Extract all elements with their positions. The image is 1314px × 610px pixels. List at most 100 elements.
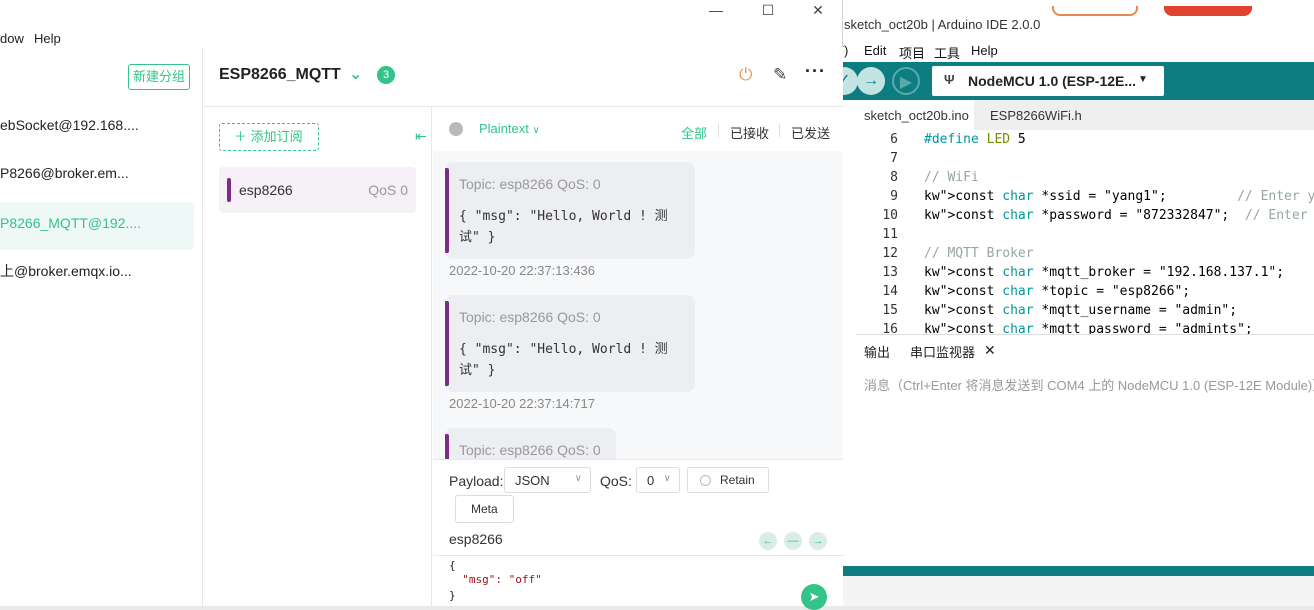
editor-line: {	[449, 559, 456, 572]
message-bubble[interactable]: Topic: esp8266 QoS: 0 { "msg": "Hello, W…	[445, 162, 695, 259]
code-line: 12 // MQTT Broker	[856, 244, 1033, 263]
message-filter-bar: Plaintext ∨ 全部 已接收 已发送	[433, 107, 843, 151]
serial-message-input[interactable]: 消息（Ctrl+Enter 将消息发送到 COM4 上的 NodeMCU 1.0…	[856, 362, 1314, 402]
maximize-icon[interactable]: ☐	[758, 2, 778, 19]
message-meta: Topic: esp8266 QoS: 0	[459, 309, 601, 325]
chevron-down-icon: ∨	[663, 473, 671, 484]
filter-received[interactable]: 已接收	[730, 123, 769, 142]
collapse-icon[interactable]: ⇤	[415, 128, 427, 145]
filter-all[interactable]: 全部	[681, 123, 707, 142]
connection-sidebar: 新建分组 ebSocket@192.168.... P8266@broker.e…	[0, 47, 203, 606]
bottom-panel-tabs: 输出 串口监视器 ✕	[856, 334, 1314, 362]
chevron-down-icon: ∨	[532, 125, 540, 136]
connection-name: 上@broker.emqx.io...	[0, 263, 132, 279]
line-number: 8	[890, 170, 898, 185]
menu-help[interactable]: Help	[34, 31, 61, 46]
publish-topic-input[interactable]: esp8266	[449, 531, 503, 547]
qos-select[interactable]: 0 ∨	[636, 467, 680, 493]
connection-name: P8266_MQTT@192....	[0, 215, 142, 231]
code-text: kw">const char *mqtt_broker = "192.168.1…	[924, 265, 1285, 280]
connection-name: ebSocket@192.168....	[0, 117, 139, 133]
code-text: kw">const char *topic = "esp8266";	[924, 284, 1191, 299]
send-icon[interactable]: ➤	[801, 584, 827, 610]
minus-icon[interactable]: —	[784, 532, 802, 550]
connection-header: ESP8266_MQTT ⌄ 3 ⏻ ✎ ···	[203, 47, 843, 107]
code-line: 10 kw">const char *password = "872332847"…	[856, 206, 1314, 225]
line-number: 9	[890, 189, 898, 204]
line-number: 10	[882, 208, 898, 223]
code-text: #define LED 5	[924, 132, 1026, 147]
arduino-statusbar	[830, 566, 1314, 576]
format-select[interactable]: Plaintext ∨	[479, 121, 540, 136]
titlebar-decoration	[1164, 6, 1252, 16]
code-editor[interactable]: 6 #define LED 5 7 8 // WiFi 9 kw">const char *…	[856, 130, 1314, 334]
connection-item[interactable]: P8266@broker.em...	[0, 152, 194, 198]
tab-esp8266wifi[interactable]: ESP8266WiFi.h	[982, 100, 1090, 130]
subscription-item[interactable]: esp8266 QoS 0	[219, 167, 416, 213]
divider	[779, 124, 780, 137]
arrow-right-icon[interactable]: →	[809, 532, 827, 550]
tab-serial-monitor[interactable]: 串口监视器	[910, 342, 975, 361]
add-subscription-button[interactable]: ＋ 添加订阅	[219, 123, 319, 151]
arduino-toolbar: ✓ → ▶ Ψ NodeMCU 1.0 (ESP-12E... ▼	[830, 62, 1314, 100]
close-icon[interactable]: ✕	[984, 342, 996, 359]
message-bubble[interactable]: Topic: esp8266 QoS: 0 { "msg": "Hello, W…	[445, 295, 695, 392]
menu-tools[interactable]: 工具	[934, 43, 960, 62]
message-timestamp: 2022-10-20 22:37:13:436	[449, 263, 596, 278]
retain-toggle[interactable]: Retain	[687, 467, 769, 493]
message-line: { "msg": "Hello, World ! 测	[459, 209, 668, 224]
power-icon[interactable]: ⏻	[739, 65, 752, 85]
more-icon[interactable]: ···	[805, 61, 826, 82]
add-subscription-label: 添加订阅	[250, 129, 303, 144]
message-color-bar	[445, 168, 449, 253]
plus-icon: ＋	[234, 129, 251, 144]
filter-sent[interactable]: 已发送	[791, 123, 830, 142]
tab-label: ESP8266WiFi.h	[990, 108, 1082, 123]
code-line: 16 kw">const char *mqtt_password = "admin…	[856, 320, 1252, 334]
line-number: 14	[882, 284, 898, 299]
board-selector[interactable]: Ψ NodeMCU 1.0 (ESP-12E... ▼	[932, 66, 1164, 96]
code-line: 9 kw">const char *ssid = "yang1"; // Ente…	[856, 187, 1314, 206]
subscription-topic: esp8266	[239, 182, 293, 198]
message-timestamp: 2022-10-20 22:37:14:717	[449, 396, 596, 411]
code-text: kw">const char *mqtt_username = "admin";	[924, 303, 1238, 318]
menu-project[interactable]: 项目	[899, 43, 925, 62]
message-line: 试" }	[459, 363, 496, 378]
upload-icon[interactable]: →	[857, 67, 885, 95]
retain-label: Retain	[720, 473, 755, 487]
chevron-down-icon: ∨	[574, 473, 582, 484]
connection-count-badge: 3	[377, 66, 395, 84]
payload-type-select[interactable]: JSON ∨	[504, 467, 591, 493]
new-group-button[interactable]: 新建分组	[128, 64, 190, 90]
menu-window[interactable]: dow	[0, 31, 24, 46]
arduino-titlebar: sketch_oct20b | Arduino IDE 2.0.0	[830, 0, 1314, 44]
publish-panel: Payload: JSON ∨ QoS: 0 ∨ Retain Meta esp…	[433, 459, 843, 610]
messages-panel: Plaintext ∨ 全部 已接收 已发送 Topic: esp8266 Qo…	[433, 107, 843, 459]
chevron-down-icon: ▼	[1138, 74, 1148, 85]
edit-icon[interactable]: ✎	[773, 65, 787, 85]
format-label: Plaintext	[479, 121, 529, 136]
code-text: kw">const char *ssid = "yang1"; // Enter…	[924, 189, 1314, 204]
connection-item[interactable]: ebSocket@192.168....	[0, 104, 194, 150]
meta-button[interactable]: Meta	[455, 495, 514, 523]
message-bubble[interactable]: Topic: esp8266 QoS: 0	[445, 428, 616, 459]
debug-icon[interactable]: ▶	[892, 67, 920, 95]
tab-output[interactable]: 输出	[864, 342, 890, 361]
connection-item[interactable]: 上@broker.emqx.io...	[0, 248, 194, 294]
close-icon[interactable]: ✕	[808, 2, 828, 19]
usb-icon: Ψ	[944, 72, 955, 87]
line-number: 7	[890, 151, 898, 166]
message-color-bar	[445, 301, 449, 386]
message-body: { "msg": "Hello, World ! 测 试" }	[459, 206, 689, 248]
minimize-icon[interactable]: —	[706, 2, 726, 18]
message-line: { "msg": "Hello, World ! 测	[459, 342, 668, 357]
menu-help[interactable]: Help	[971, 43, 998, 58]
window-controls: — ☐ ✕	[702, 0, 842, 24]
code-line: 6 #define LED 5	[856, 130, 1026, 149]
double-chevron-down-icon[interactable]: ⌄	[349, 64, 362, 84]
arrow-left-icon[interactable]: ←	[759, 532, 777, 550]
menu-edit[interactable]: Edit	[864, 43, 886, 58]
tab-sketch[interactable]: sketch_oct20b.ino	[856, 100, 974, 130]
payload-editor[interactable]: { "msg": "off" }	[433, 555, 843, 607]
connection-item-active[interactable]: P8266_MQTT@192....	[0, 202, 194, 250]
